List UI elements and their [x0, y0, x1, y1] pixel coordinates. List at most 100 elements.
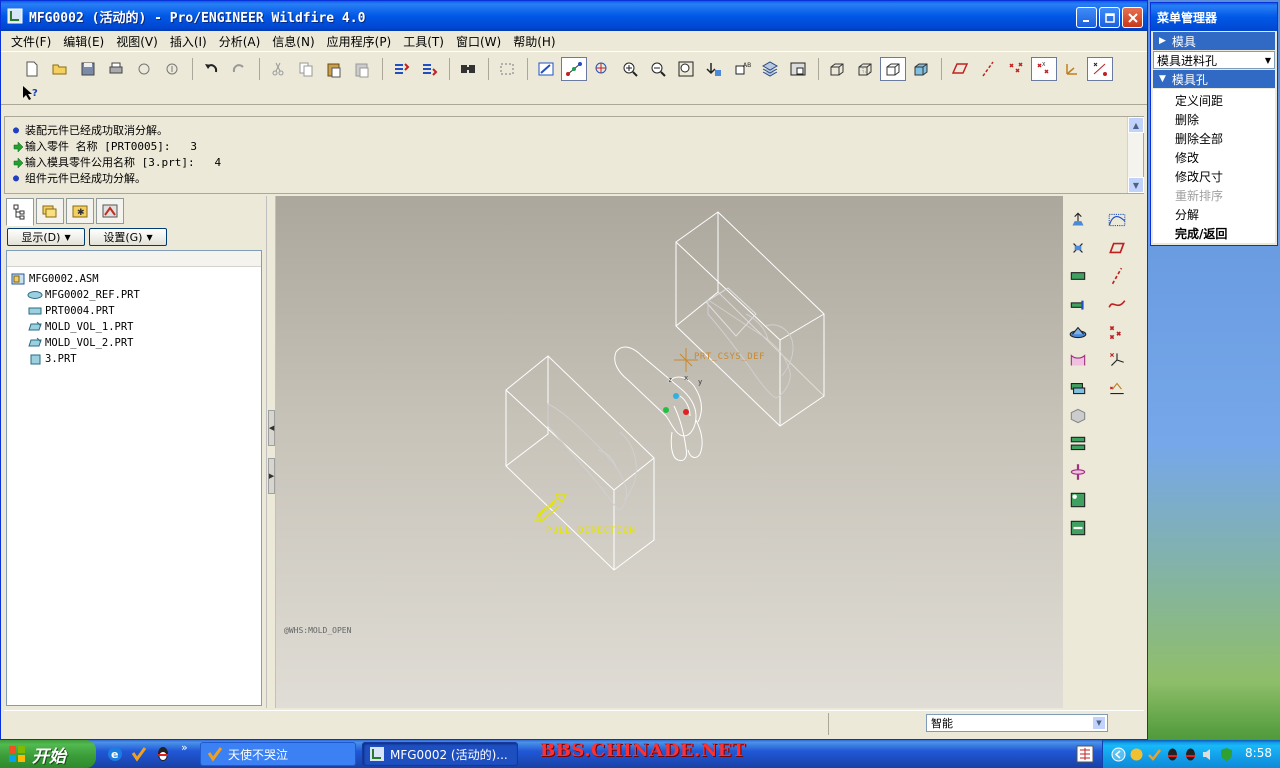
menu-manager-item[interactable]: 定义间距 [1153, 91, 1275, 110]
language-bar-icon[interactable] [1076, 745, 1094, 763]
tree-item-part[interactable]: PRT0004.PRT [11, 303, 140, 319]
minimize-button[interactable] [1076, 7, 1097, 28]
scroll-down-button[interactable]: ▼ [1128, 177, 1144, 193]
menu-section-mold[interactable]: ▶ 模具 [1153, 32, 1275, 50]
point-names-button[interactable]: X [1031, 57, 1057, 81]
maximize-button[interactable] [1099, 7, 1120, 28]
no-hidden-button[interactable] [880, 57, 906, 81]
datum-axis-button[interactable] [1104, 264, 1130, 288]
context-help-icon[interactable]: ? [21, 84, 39, 102]
menu-manager-item[interactable]: 修改尺寸 [1153, 167, 1275, 186]
cut-button[interactable] [265, 57, 291, 81]
taskbar-item-1[interactable]: 天使不哭泣 [200, 742, 356, 766]
regen-manager-button[interactable] [416, 57, 442, 81]
csys-tool-button[interactable] [1104, 348, 1130, 372]
saved-views-button[interactable]: AB [729, 57, 755, 81]
menu-item-5[interactable]: 信息(N) [266, 33, 320, 50]
collapse-left-handle[interactable]: ◀ [268, 410, 275, 446]
menu-item-2[interactable]: 视图(V) [110, 33, 164, 50]
datum-plane-button[interactable] [1104, 236, 1130, 260]
menu-item-3[interactable]: 插入(I) [164, 33, 213, 50]
mold-parting-surface-button[interactable] [1065, 348, 1091, 372]
qq-tray-icon[interactable] [1165, 747, 1180, 762]
datum-sketch-button[interactable] [1104, 208, 1130, 232]
chevron-down-icon[interactable]: ▼ [1092, 716, 1106, 730]
tree-item-part[interactable]: MOLD_VOL_2.PRT [11, 335, 140, 351]
extract-button[interactable] [1065, 404, 1091, 428]
messenger-tray-icon[interactable] [1129, 747, 1144, 762]
tree-item-part[interactable]: 3.PRT [11, 351, 140, 367]
send-mail-attach-button[interactable] [159, 57, 185, 81]
close-button[interactable] [1122, 7, 1143, 28]
zoom-out-button[interactable] [645, 57, 671, 81]
mold-model-button[interactable] [1065, 208, 1091, 232]
redo-button[interactable] [226, 57, 252, 81]
annotations-button[interactable] [1087, 57, 1113, 81]
menu-item-1[interactable]: 编辑(E) [57, 33, 110, 50]
send-mail-button[interactable] [131, 57, 157, 81]
csys-button[interactable] [1059, 57, 1085, 81]
menu-manager-item[interactable]: 分解 [1153, 205, 1275, 224]
analysis-tool-button[interactable] [1104, 376, 1130, 400]
scroll-up-button[interactable]: ▲ [1128, 117, 1144, 133]
taskbar-item-2[interactable]: MFG0002 (活动的)... [362, 742, 518, 766]
reorient-button[interactable] [701, 57, 727, 81]
menu-item-7[interactable]: 工具(T) [397, 33, 450, 50]
refpart-cutout-button[interactable] [1065, 264, 1091, 288]
security-shield-icon[interactable] [1219, 747, 1234, 762]
panel-splitter[interactable]: ◀ ▶ [266, 196, 276, 708]
copy-button[interactable] [293, 57, 319, 81]
title-bar[interactable]: MFG0002 (活动的) - Pro/ENGINEER Wildfire 4.… [1, 1, 1147, 31]
datum-planes-button[interactable] [947, 57, 973, 81]
menu-manager-item[interactable]: 删除 [1153, 110, 1275, 129]
waterline-button[interactable] [1065, 488, 1091, 512]
qq-tray-icon-2[interactable] [1183, 747, 1198, 762]
open-button[interactable] [47, 57, 73, 81]
print-button[interactable] [103, 57, 129, 81]
define-blank-button[interactable] [1065, 236, 1091, 260]
network-tray-icon[interactable] [1147, 747, 1162, 762]
menu-item-4[interactable]: 分析(A) [213, 33, 267, 50]
volume-tray-icon[interactable] [1201, 747, 1216, 762]
selection-filter[interactable]: 智能 ▼ [926, 714, 1108, 732]
mold-volume-button[interactable] [1065, 320, 1091, 344]
layers-button[interactable] [757, 57, 783, 81]
datum-points-button[interactable] [1003, 57, 1029, 81]
datum-curve-button[interactable] [1104, 292, 1130, 316]
connections-tab[interactable] [96, 198, 124, 224]
favorites-tab[interactable]: ✱ [66, 198, 94, 224]
save-button[interactable] [75, 57, 101, 81]
refit-button[interactable] [673, 57, 699, 81]
hidden-line-button[interactable] [852, 57, 878, 81]
orient-mode-button[interactable] [589, 57, 615, 81]
ie-icon[interactable]: e [106, 745, 124, 763]
menu-item-0[interactable]: 文件(F) [5, 33, 57, 50]
menu-manager-title[interactable]: 菜单管理器 [1151, 3, 1277, 31]
find-button[interactable] [455, 57, 481, 81]
zoom-in-button[interactable] [617, 57, 643, 81]
menu-item-9[interactable]: 帮助(H) [507, 33, 561, 50]
menu-item-8[interactable]: 窗口(W) [450, 33, 507, 50]
tree-item-part[interactable]: MFG0002_REF.PRT [11, 287, 140, 303]
menu-manager-item[interactable]: 修改 [1153, 148, 1275, 167]
menu-manager-item[interactable]: 完成/返回 [1153, 224, 1275, 243]
menu-combo[interactable]: 模具进料孔 ▼ [1153, 51, 1275, 69]
select-box-button[interactable] [494, 57, 520, 81]
repaint-button[interactable] [533, 57, 559, 81]
wireframe-button[interactable] [824, 57, 850, 81]
new-button[interactable] [19, 57, 45, 81]
menu-section-mold-hole[interactable]: ▼ 模具孔 [1153, 70, 1275, 88]
qq-icon[interactable] [154, 745, 172, 763]
graphics-window[interactable]: z x y PRT_CSYS_DEF PULL DIRECTION @WHS:M… [276, 196, 1063, 708]
runner-button[interactable] [1065, 460, 1091, 484]
undo-button[interactable] [198, 57, 224, 81]
split-volume-button[interactable] [1065, 376, 1091, 400]
spin-center-button[interactable] [561, 57, 587, 81]
paste-special-button[interactable] [349, 57, 375, 81]
regenerate-button[interactable] [388, 57, 414, 81]
molding-button[interactable] [1065, 516, 1091, 540]
tree-item-root[interactable]: MFG0002.ASM [11, 271, 140, 287]
settings-button[interactable]: 设置(G) ▼ [89, 228, 167, 246]
message-scrollbar[interactable]: ▲ ▼ [1127, 117, 1144, 193]
mold-opening-button[interactable] [1065, 432, 1091, 456]
